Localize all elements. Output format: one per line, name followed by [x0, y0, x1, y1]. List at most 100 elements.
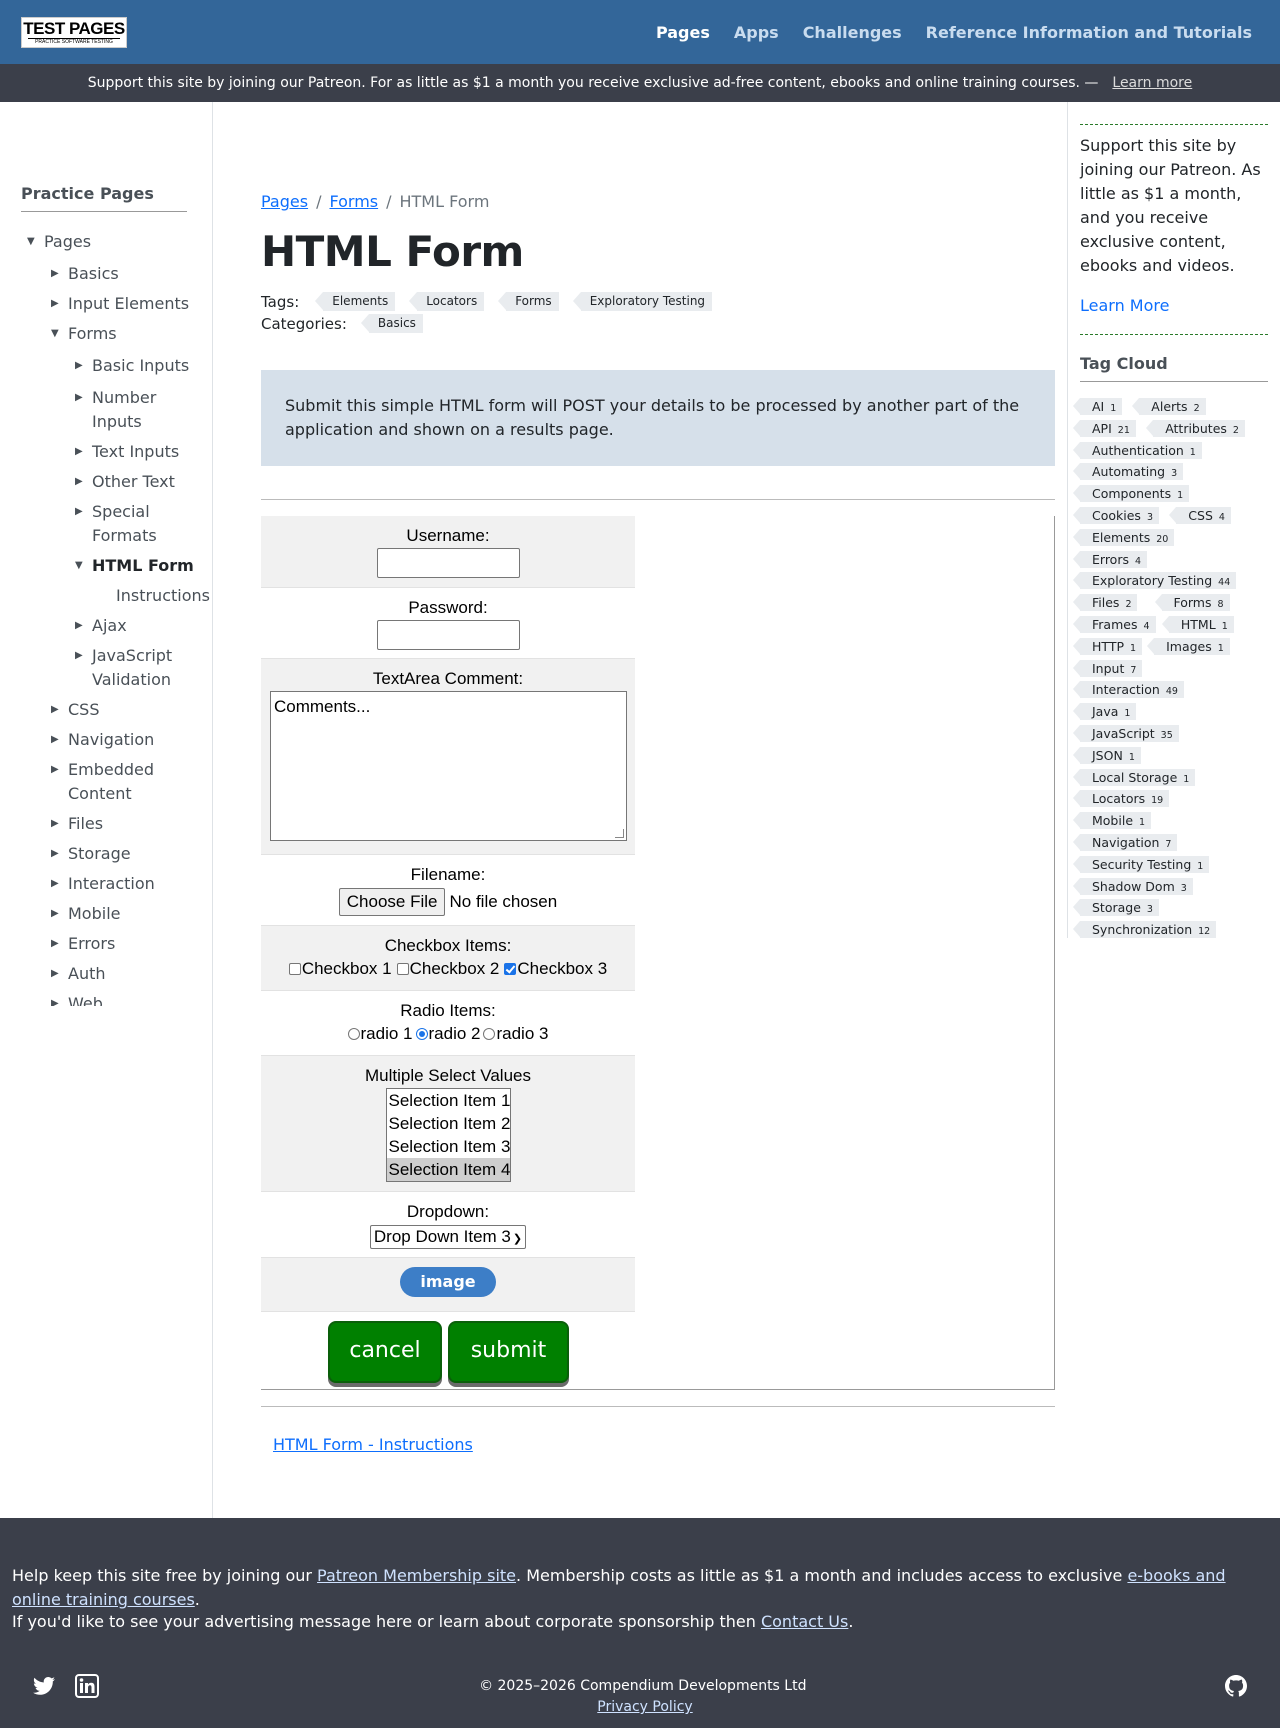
caret-right-icon[interactable]: ▶	[75, 614, 83, 638]
textarea-resize-handle[interactable]	[615, 829, 624, 838]
breadcrumb-forms[interactable]: Forms	[329, 192, 378, 211]
promo-learn-more-link[interactable]: Learn more	[1112, 75, 1192, 91]
tag-cloud-item[interactable]: Locators 19	[1072, 790, 1170, 808]
tag-cloud-item[interactable]: HTTP 1	[1072, 637, 1143, 655]
caret-down-icon[interactable]: ▼	[51, 322, 59, 346]
tag-elements[interactable]: Elements	[315, 292, 396, 311]
category-basics[interactable]: Basics	[360, 314, 423, 333]
select-option[interactable]: Selection Item 1	[387, 1089, 511, 1112]
sidebar-item-storage[interactable]: ▶ Storage	[51, 842, 203, 866]
cancel-button[interactable]: cancel	[328, 1321, 442, 1383]
patreon-link[interactable]: Patreon Membership site	[317, 1566, 516, 1585]
caret-right-icon[interactable]: ▶	[51, 962, 59, 986]
tag-cloud-item[interactable]: AI 1	[1072, 398, 1123, 415]
tag-forms[interactable]: Forms	[498, 292, 559, 311]
password-input[interactable]	[376, 620, 520, 650]
tag-cloud-item[interactable]: Mobile 1	[1072, 812, 1152, 830]
breadcrumb-pages[interactable]: Pages	[261, 192, 308, 211]
tag-cloud-item[interactable]: Elements 20	[1072, 528, 1175, 546]
caret-down-icon[interactable]: ▼	[27, 230, 35, 254]
nav-challenges[interactable]: Challenges	[803, 23, 902, 42]
tag-cloud-item[interactable]: Cookies 3	[1073, 507, 1159, 524]
tag-cloud-item[interactable]: JavaScript 35	[1073, 725, 1179, 742]
caret-right-icon[interactable]: ▶	[51, 842, 59, 866]
caret-right-icon[interactable]: ▶	[51, 758, 59, 782]
contact-us-link[interactable]: Contact Us	[761, 1612, 848, 1631]
caret-right-icon[interactable]: ▶	[51, 728, 59, 752]
tag-cloud-item[interactable]: Errors 4	[1072, 550, 1148, 568]
submit-button[interactable]: submit	[448, 1321, 569, 1383]
tag-cloud-item[interactable]: Storage 3	[1073, 899, 1159, 917]
caret-right-icon[interactable]: ▶	[75, 470, 83, 494]
username-input[interactable]	[376, 548, 520, 578]
tag-cloud-item[interactable]: JSON 1	[1073, 746, 1141, 764]
sidebar-item-input-elements[interactable]: ▶ Input Elements	[51, 292, 203, 316]
tag-locators[interactable]: Locators	[409, 292, 485, 311]
caret-right-icon[interactable]: ▶	[75, 644, 83, 668]
radio-1[interactable]	[347, 1028, 360, 1040]
tag-cloud-item[interactable]: Shadow Dom 3	[1073, 877, 1193, 895]
sidebar-item-mobile[interactable]: ▶ Mobile	[51, 902, 203, 926]
sidebar-item-interaction[interactable]: ▶ Interaction	[51, 872, 203, 896]
sidebar-item-embedded-content[interactable]: ▶ Embedded Content	[51, 758, 203, 806]
select-option[interactable]: Selection Item 2	[387, 1112, 511, 1135]
choose-file-button[interactable]: Choose File	[338, 888, 446, 916]
learn-more-link[interactable]: Learn More	[1080, 296, 1169, 315]
sidebar-item-navigation[interactable]: ▶ Navigation	[51, 728, 203, 752]
comments-textarea[interactable]: Comments...	[270, 691, 627, 841]
instructions-link[interactable]: HTML Form - Instructions	[273, 1435, 473, 1454]
checkbox-2[interactable]	[396, 963, 409, 975]
dropdown-select[interactable]: Drop Down Item 3 ❯	[369, 1225, 527, 1249]
nav-pages[interactable]: Pages	[656, 23, 710, 42]
caret-right-icon[interactable]: ▶	[51, 698, 59, 722]
caret-right-icon[interactable]: ▶	[51, 292, 59, 316]
tag-cloud-item[interactable]: CSS 4	[1169, 507, 1231, 524]
select-option-selected[interactable]: Selection Item 4	[386, 1158, 510, 1181]
caret-right-icon[interactable]: ▶	[51, 812, 59, 836]
caret-right-icon[interactable]: ▶	[51, 992, 59, 1006]
sidebar-item-special-formats[interactable]: ▶ Special Formats	[75, 500, 203, 548]
sidebar-item-web[interactable]: ▶ Web	[51, 992, 203, 1006]
sidebar-item-number-inputs[interactable]: ▶ Number Inputs	[75, 386, 203, 434]
privacy-policy-link[interactable]: Privacy Policy	[597, 1699, 692, 1715]
tag-cloud-item[interactable]: Frames 4	[1073, 616, 1156, 633]
tag-cloud-item[interactable]: Java 1	[1072, 703, 1137, 721]
sidebar-item-basics[interactable]: ▶ Basics	[51, 262, 203, 286]
sidebar-item-ajax[interactable]: ▶ Ajax	[75, 614, 203, 638]
tag-cloud-item[interactable]: API 21	[1073, 419, 1136, 437]
caret-right-icon[interactable]: ▶	[75, 440, 83, 464]
tag-exploratory-testing[interactable]: Exploratory Testing	[572, 292, 713, 311]
sidebar-item-text-inputs[interactable]: ▶ Text Inputs	[75, 440, 203, 464]
sidebar-item-forms[interactable]: ▼ Forms	[51, 322, 203, 346]
sidebar-item-other-text[interactable]: ▶ Other Text	[75, 470, 203, 494]
nav-apps[interactable]: Apps	[734, 23, 779, 42]
checkbox-1[interactable]	[288, 963, 301, 975]
tag-cloud-item[interactable]: Local Storage 1	[1072, 768, 1196, 786]
tag-cloud-item[interactable]: Images 1	[1147, 637, 1230, 655]
tag-cloud-item[interactable]: Interaction 49	[1073, 681, 1184, 699]
github-icon[interactable]	[1224, 1674, 1248, 1698]
caret-right-icon[interactable]: ▶	[75, 354, 83, 378]
image-submit-button[interactable]: image	[400, 1267, 496, 1297]
sidebar-item-errors[interactable]: ▶ Errors	[51, 932, 203, 956]
select-option[interactable]: Selection Item 3	[387, 1135, 511, 1158]
checkbox-3[interactable]	[504, 963, 517, 975]
radio-2[interactable]	[415, 1028, 428, 1040]
sidebar-item-html-form[interactable]: ▼ HTML Form	[75, 554, 203, 578]
sidebar-item-files[interactable]: ▶ Files	[51, 812, 203, 836]
caret-right-icon[interactable]: ▶	[75, 386, 83, 410]
tag-cloud-item[interactable]: Exploratory Testing 44	[1072, 572, 1237, 590]
sidebar-item-auth[interactable]: ▶ Auth	[51, 962, 203, 986]
multiple-select[interactable]: Selection Item 1 Selection Item 2 Select…	[385, 1088, 511, 1182]
caret-right-icon[interactable]: ▶	[51, 902, 59, 926]
sidebar-item-javascript-validation[interactable]: ▶ JavaScript Validation	[75, 644, 203, 692]
tag-cloud-item[interactable]: Authentication 1	[1073, 441, 1202, 459]
linkedin-icon[interactable]	[75, 1674, 99, 1698]
radio-3[interactable]	[483, 1028, 496, 1040]
caret-down-icon[interactable]: ▼	[75, 554, 83, 578]
sidebar-item-instructions[interactable]: Instructions	[116, 584, 210, 608]
sidebar-item-basic-inputs[interactable]: ▶ Basic Inputs	[75, 354, 203, 378]
tag-cloud-item[interactable]: Files 2	[1072, 594, 1138, 612]
tag-cloud-item[interactable]: Navigation 7	[1072, 834, 1178, 851]
twitter-icon[interactable]	[32, 1674, 56, 1698]
